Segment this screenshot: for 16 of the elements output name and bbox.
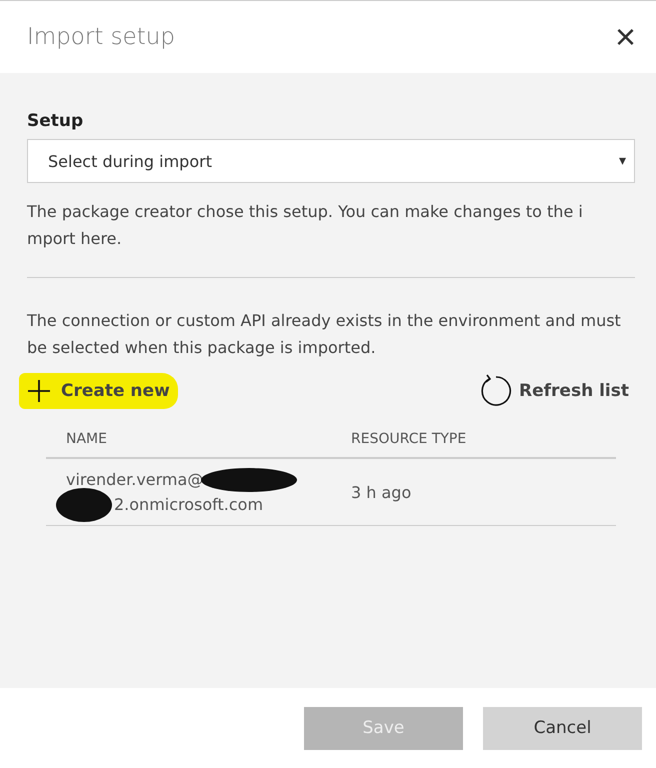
- cancel-button[interactable]: Cancel: [483, 706, 642, 750]
- refresh-icon: [479, 374, 514, 408]
- connection-description: The connection or custom API already exists in the environment and must be selected when this package is imported.: [27, 310, 622, 359]
- column-header: RESOURCE TYPE: [351, 431, 466, 447]
- refresh-list-button[interactable]: Refresh list: [479, 374, 629, 408]
- plus-icon: [27, 379, 51, 403]
- setup-label: Setup: [27, 111, 84, 131]
- create-new-button[interactable]: Create new: [19, 373, 178, 409]
- dialog-title: Import setup: [27, 24, 175, 50]
- table-cell: 3 h ago: [351, 482, 412, 502]
- table-cell: virender.verma@: [66, 470, 204, 489]
- column-header: NAME: [66, 431, 108, 447]
- close-button[interactable]: ×: [614, 19, 636, 55]
- setup-dropdown[interactable]: Select during import ▾: [27, 139, 635, 183]
- setup-help-text: The package creator chose this setup. You can make changes to the i mport here.: [27, 201, 584, 250]
- table-cell: 2.onmicrosoft.com: [114, 495, 264, 514]
